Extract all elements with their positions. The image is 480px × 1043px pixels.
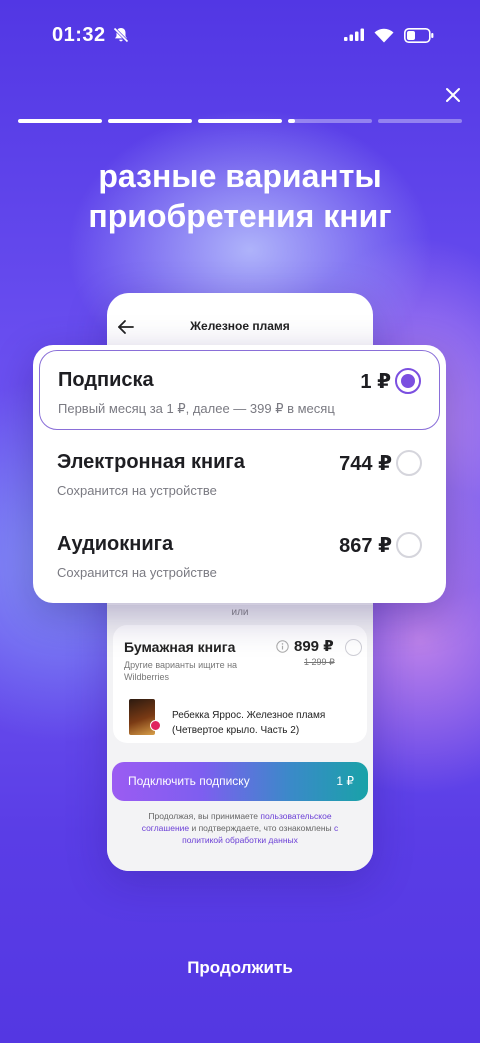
wifi-icon bbox=[374, 28, 394, 42]
subscribe-button[interactable]: Подключить подписку 1 ₽ bbox=[112, 762, 368, 801]
option-title: Электронная книга bbox=[57, 451, 245, 473]
progress-segment bbox=[288, 119, 372, 123]
option-subtitle: Сохранится на устройстве bbox=[57, 483, 217, 498]
signal-icon bbox=[344, 28, 364, 41]
headline-line-2: приобретения книг bbox=[88, 198, 392, 234]
phone-header: Железное пламя bbox=[107, 317, 373, 337]
progress-segment-fill bbox=[288, 119, 295, 123]
option-radio[interactable] bbox=[396, 532, 422, 558]
option-subtitle: Первый месяц за 1 ₽, далее — 399 ₽ в мес… bbox=[58, 401, 335, 416]
paper-book-subtitle: Другие варианты ищите на Wildberries bbox=[124, 660, 238, 682]
option-price: 867 ₽ bbox=[339, 535, 392, 557]
paper-book-old-price: 1 299 ₽ bbox=[304, 657, 335, 667]
progress-segment-fill bbox=[18, 119, 102, 123]
book-cover-image bbox=[129, 699, 161, 735]
option-title: Аудиокнига bbox=[57, 533, 174, 555]
progress-segment-fill bbox=[198, 119, 282, 123]
status-icons bbox=[344, 27, 434, 43]
paper-book-price: 899 ₽ bbox=[294, 638, 334, 655]
clock: 01:32 bbox=[52, 23, 106, 46]
close-icon bbox=[446, 88, 460, 102]
subscribe-button-price: 1 ₽ bbox=[336, 774, 354, 788]
progress-segment bbox=[378, 119, 462, 123]
or-label: или bbox=[231, 607, 249, 618]
progress-segment-fill bbox=[108, 119, 192, 123]
paper-book-option[interactable]: Бумажная книга 899 ₽ 1 299 ₽ Другие вари… bbox=[113, 625, 367, 743]
option-price: 1 ₽ bbox=[360, 371, 391, 393]
book-full-name: Ребекка Яррос. Железное пламя (Четвертое… bbox=[172, 710, 326, 736]
favorite-badge-icon bbox=[150, 720, 161, 731]
book-title: Железное пламя bbox=[190, 319, 290, 333]
progress-segment bbox=[108, 119, 192, 123]
close-button[interactable] bbox=[440, 82, 466, 108]
continue-button[interactable]: Продолжить bbox=[0, 958, 480, 978]
legal-text-2: и подтверждаете, что ознакомлены bbox=[189, 823, 335, 833]
option-subtitle: Сохранится на устройстве bbox=[57, 565, 217, 580]
legal-text-1: Продолжая, вы принимаете bbox=[148, 811, 261, 821]
bell-muted-icon bbox=[113, 27, 129, 43]
page-title: разные варианты приобретения книг bbox=[0, 156, 480, 236]
option-price: 744 ₽ bbox=[339, 453, 392, 475]
paper-book-radio[interactable] bbox=[345, 639, 362, 656]
battery-icon bbox=[404, 27, 434, 43]
progress-segment bbox=[198, 119, 282, 123]
status-bar: 01:32 bbox=[0, 0, 480, 70]
subscribe-button-label: Подключить подписку bbox=[128, 774, 250, 788]
option-radio[interactable] bbox=[395, 368, 421, 394]
purchase-options-card: Подписка 1 ₽ Первый месяц за 1 ₽, далее … bbox=[33, 345, 446, 603]
option-ebook[interactable]: Электронная книга 744 ₽ Сохранится на ус… bbox=[39, 433, 440, 513]
story-progress bbox=[18, 119, 462, 124]
paper-book-title: Бумажная книга bbox=[124, 639, 236, 655]
info-icon[interactable] bbox=[276, 640, 289, 653]
option-subscription[interactable]: Подписка 1 ₽ Первый месяц за 1 ₽, далее … bbox=[39, 350, 440, 430]
legal-text: Продолжая, вы принимаете пользовательско… bbox=[125, 810, 355, 846]
option-radio[interactable] bbox=[396, 450, 422, 476]
status-time: 01:32 bbox=[52, 24, 130, 47]
progress-segment bbox=[18, 119, 102, 123]
headline-line-1: разные варианты bbox=[98, 158, 382, 194]
option-title: Подписка bbox=[58, 369, 154, 391]
option-audiobook[interactable]: Аудиокнига 867 ₽ Сохранится на устройств… bbox=[39, 515, 440, 595]
